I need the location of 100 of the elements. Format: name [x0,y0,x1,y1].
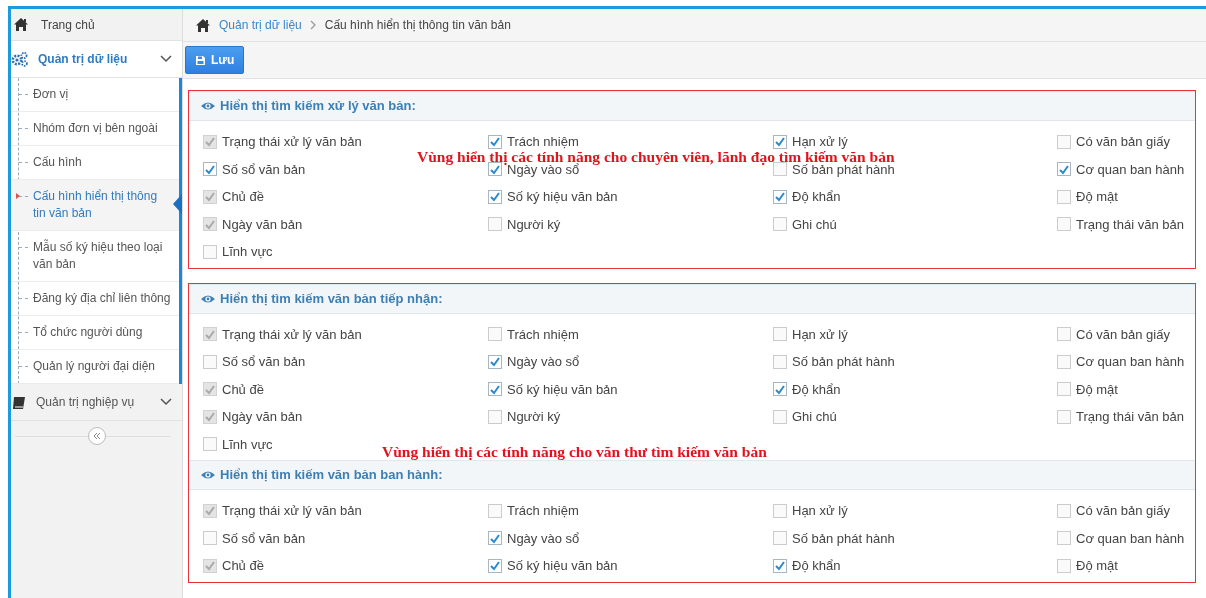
check-icon [489,532,501,544]
checkbox-label[interactable]: Số ký hiệu văn bản [507,187,618,207]
checkbox[interactable] [773,134,787,149]
checkbox[interactable] [773,162,787,177]
checkbox[interactable] [1057,382,1071,397]
checkbox-label[interactable]: Người ký [507,214,561,234]
collapse-button[interactable] [87,427,106,445]
checkbox-label[interactable]: Trách nhiệm [507,324,579,344]
checkbox[interactable] [488,189,502,204]
chevron-right-icon [309,20,317,30]
checkbox-label[interactable]: Ghi chú [792,214,837,234]
double-chevron-icon [91,432,102,440]
checkbox-label[interactable]: Hạn xử lý [792,132,848,152]
checkbox[interactable] [1057,531,1071,546]
checkbox-label[interactable]: Trạng thái văn bản [1076,214,1184,234]
checkbox-label[interactable]: Số sổ văn bản [222,159,306,179]
checkbox-label[interactable]: Trạng thái văn bản [1076,407,1184,427]
eye-icon [200,100,216,112]
checkbox-label[interactable]: Số sổ văn bản [222,352,306,372]
checkbox[interactable] [1057,409,1071,424]
check-icon [489,191,501,203]
checkbox-label[interactable]: Có văn bản giấy [1076,132,1170,152]
checkbox[interactable] [488,327,502,342]
checkbox[interactable] [1057,162,1071,177]
sidebar-item[interactable]: Đơn vị [11,78,179,112]
checkbox-label[interactable]: Ghi chú [792,407,837,427]
sidebar-item[interactable]: Cấu hình hiển thị thông tin văn bản [11,180,179,231]
checkbox-label[interactable]: Độ mật [1076,379,1118,399]
breadcrumb-link[interactable]: Quản trị dữ liệu [219,16,302,34]
checkbox-label[interactable]: Số bản phát hành [792,352,895,372]
checkbox[interactable] [488,354,502,369]
checkbox[interactable] [1057,503,1071,518]
checkbox[interactable] [773,217,787,232]
check-icon [489,136,501,148]
checkbox-label[interactable]: Có văn bản giấy [1076,324,1170,344]
checkbox[interactable] [1057,134,1071,149]
checkbox[interactable] [1057,327,1071,342]
checkbox-label[interactable]: Số sổ văn bản [222,528,306,548]
checkbox[interactable] [488,217,502,232]
checkbox[interactable] [1057,217,1071,232]
checkbox[interactable] [488,409,502,424]
checkbox[interactable] [773,327,787,342]
checkbox-label[interactable]: Lĩnh vực [222,434,273,454]
checkbox-label[interactable]: Độ khẩn [792,556,841,576]
checkbox[interactable] [203,244,217,259]
check-icon [204,163,216,175]
save-icon [195,54,206,66]
checkbox[interactable] [773,531,787,546]
sidebar-group[interactable]: Quản trị dữ liệu [11,41,182,78]
checkbox-label[interactable]: Số ký hiệu văn bản [507,379,618,399]
checkbox[interactable] [773,409,787,424]
checkbox[interactable] [773,189,787,204]
checkbox-label[interactable]: Trách nhiệm [507,501,579,521]
checkbox[interactable] [773,382,787,397]
section-title: Hiển thị tìm kiếm văn bản tiếp nhận: [220,289,443,308]
annotation-text: Vùng hiển thị các tính năng cho văn thư tìm kiếm văn bản [382,444,767,459]
sidebar-item[interactable]: Đăng ký địa chỉ liên thông [11,282,179,316]
checkbox[interactable] [773,503,787,518]
check-icon [489,383,501,395]
checkbox[interactable] [1057,354,1071,369]
checkbox[interactable] [203,162,217,177]
sidebar-item[interactable]: Mẫu số ký hiệu theo loại văn bản [11,231,179,282]
check-icon [489,163,501,175]
checkbox-label[interactable]: Cơ quan ban hành [1076,352,1185,372]
checkbox-label[interactable]: Số bản phát hành [792,528,895,548]
checkbox-label[interactable]: Ngày vào sổ [507,528,580,548]
checkbox-label[interactable]: Lĩnh vực [222,242,273,262]
checkbox-label[interactable]: Ngày vào sổ [507,352,580,372]
checkbox[interactable] [488,531,502,546]
checkbox-label[interactable]: Cơ quan ban hành [1076,159,1185,179]
checkbox-label[interactable]: Trách nhiệm [507,132,579,152]
checkbox[interactable] [488,134,502,149]
checkbox[interactable] [488,503,502,518]
home-icon [13,17,29,32]
checkbox-label[interactable]: Độ mật [1076,556,1118,576]
check-icon [774,191,786,203]
checkbox-label[interactable]: Độ khẩn [792,379,841,399]
checkbox[interactable] [773,354,787,369]
checkbox[interactable] [773,558,787,573]
sidebar-item[interactable]: Nhóm đơn vị bên ngoài [11,112,179,146]
checkbox-label[interactable]: Độ mật [1076,187,1118,207]
checkbox-label[interactable]: Hạn xử lý [792,501,848,521]
check-icon [774,560,786,572]
checkbox-label[interactable]: Độ khẩn [792,187,841,207]
checkbox-label[interactable]: Người ký [507,407,561,427]
checkbox[interactable] [488,382,502,397]
checkbox-label[interactable]: Cơ quan ban hành [1076,528,1185,548]
checkbox[interactable] [1057,189,1071,204]
checkbox[interactable] [203,531,217,546]
sidebar-item[interactable]: Tổ chức người dùng [11,316,179,350]
checkbox[interactable] [1057,558,1071,573]
checkbox[interactable] [203,354,217,369]
checkbox-label[interactable]: Có văn bản giấy [1076,501,1170,521]
checkbox-label[interactable]: Số ký hiệu văn bản [507,556,618,576]
checkbox-label[interactable]: Hạn xử lý [792,324,848,344]
check-icon [489,356,501,368]
breadcrumb-current: Cấu hình hiển thị thông tin văn bản [324,17,511,34]
checkbox[interactable] [488,558,502,573]
checkbox[interactable] [203,437,217,452]
check-icon [774,136,786,148]
